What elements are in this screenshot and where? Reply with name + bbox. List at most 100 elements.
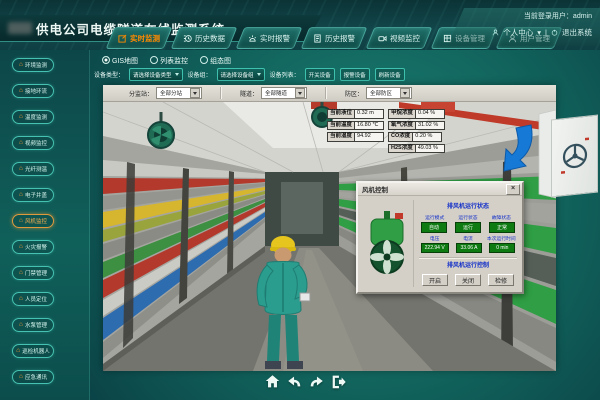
sidebar-item-label: 水泵管理 (25, 321, 47, 329)
button-label: 开关设备 (309, 71, 331, 79)
device-type-select[interactable]: 请选择设备类型 (129, 68, 183, 81)
sidebar-item-temperature[interactable]: ⌂温度监测 (12, 110, 54, 124)
sidebar-item-personnel-location[interactable]: ⌂人员定位 (12, 292, 54, 306)
alarm-devices-button[interactable]: 报警设备 (340, 68, 370, 81)
sidebar-item-label: 视频监控 (25, 139, 47, 147)
voltage-value: 222.94 V (421, 243, 449, 253)
tab-realtime-alarm[interactable]: 实时报警 (236, 27, 303, 49)
home-button[interactable] (264, 373, 281, 390)
dialog-titlebar[interactable]: 风机控制 × (358, 183, 522, 196)
sidebar-item-inspection-robot[interactable]: ⌂巡检机器人 (12, 344, 54, 358)
home-badge-icon: ⌂ (19, 296, 23, 303)
forward-arrow-icon (308, 373, 325, 390)
sensor-label: CO浓度 (388, 132, 413, 142)
history-alarm-icon (313, 34, 322, 43)
home-badge-icon: ⌂ (19, 114, 23, 121)
device-type-label: 设备类型： (94, 70, 124, 79)
sensor-row-co: CO浓度0.20 % (388, 132, 445, 142)
caret-down-icon (257, 73, 261, 76)
tab-realtime-monitor[interactable]: 实时监测 (106, 27, 173, 49)
sidebar-item-label: 光纤测温 (25, 165, 47, 173)
fan-metric-labels: 电压 电流 本次运行时间 (417, 235, 519, 242)
back-button[interactable] (286, 373, 303, 390)
logout-button[interactable]: 退出系统 (562, 27, 592, 38)
station-label: 分监站： (129, 89, 153, 98)
tab-label: 实时监测 (130, 33, 160, 44)
radio-list-monitor[interactable]: 列表监控 (150, 56, 188, 66)
sidebar-item-access-control[interactable]: ⌂门禁管理 (12, 266, 54, 280)
sensor-value: 94.92 (355, 132, 384, 142)
zone-value: 全部防区 (370, 89, 392, 97)
zone-select[interactable]: 全部防区 (366, 87, 412, 99)
tab-history-alarm[interactable]: 历史报警 (301, 27, 368, 49)
fan-start-button[interactable]: 开启 (422, 274, 448, 286)
fan-stop-button[interactable]: 关闭 (455, 274, 481, 286)
home-badge-icon: ⌂ (19, 244, 23, 251)
exit-button[interactable] (330, 373, 347, 390)
radio-label: GIS地图 (112, 58, 138, 65)
home-icon (264, 373, 281, 390)
radio-gis-map[interactable]: GIS地图 (102, 56, 138, 66)
sidebar-item-emergency-comms[interactable]: ⌂应急通讯 (12, 370, 54, 384)
sidebar-item-video[interactable]: ⌂视频监控 (12, 136, 54, 150)
refresh-devices-button[interactable]: 刷新设备 (375, 68, 405, 81)
tab-label: 历史数据 (195, 33, 225, 44)
sensor-value: 31.02 % (416, 121, 445, 131)
sensor-row-liquid-level: 当前液位0.32 m (327, 109, 384, 119)
device-type-value: 请选择设备类型 (133, 71, 172, 79)
power-icon (551, 29, 558, 36)
sidebar-item-fire-alarm[interactable]: ⌂火灾报警 (12, 240, 54, 254)
zone-filter: 防区： 全部防区 (345, 87, 412, 99)
sidebar-item-label: 应急通讯 (25, 373, 47, 381)
radio-scada-view[interactable]: 组态图 (200, 56, 231, 66)
sidebar-item-environment[interactable]: ⌂环境监测 (12, 58, 54, 72)
sidebar-item-label: 门禁管理 (25, 269, 47, 277)
home-badge-icon: ⌂ (19, 192, 23, 199)
switch-devices-button[interactable]: 开关设备 (305, 68, 335, 81)
user-area: 当前登录用户：admin 个人中心 ▾ | 退出系统 (448, 8, 600, 46)
sidebar-item-pump[interactable]: ⌂水泵管理 (12, 318, 54, 332)
home-badge-icon: ⌂ (19, 374, 23, 381)
user-center-menu[interactable]: 个人中心 (503, 27, 533, 38)
tab-video-monitor[interactable]: 视频监控 (366, 27, 433, 49)
current-user-status: 当前登录用户：admin (466, 11, 592, 21)
caret-down-icon (400, 88, 410, 98)
sidebar-item-ground-current[interactable]: ⌂接地环流 (12, 84, 54, 98)
voltage-label: 电压 (418, 235, 451, 242)
sidebar-item-label: 火灾报警 (25, 243, 47, 251)
dialog-title: 风机控制 (362, 184, 388, 194)
radio-icon (150, 56, 158, 64)
fault-state-label: 故障状态 (485, 214, 518, 221)
sidebar-item-fan-monitor[interactable]: ⌂风机监控 (12, 214, 54, 228)
exhaust-fan-graphic (365, 211, 409, 277)
sensor-readout-panel: 当前液位0.32 m 当前温度16.80 ℃ 当前湿度94.92 甲烷浓度0.0… (327, 109, 445, 153)
dialog-close-button[interactable]: × (506, 184, 520, 195)
home-badge-icon: ⌂ (19, 218, 23, 225)
run-mode-value: 自动 (421, 222, 447, 233)
sidebar-item-fiber-temp[interactable]: ⌂光纤测温 (12, 162, 54, 176)
fan-alarm-badge (395, 213, 403, 219)
device-group-select[interactable]: 请选择设备组 (217, 68, 265, 81)
station-value: 全部分站 (160, 89, 182, 97)
sensor-row-temperature: 当前温度16.80 ℃ (327, 121, 384, 131)
current-label: 电流 (451, 235, 484, 242)
home-badge-icon: ⌂ (19, 166, 23, 173)
sidebar-item-label: 巡检机器人 (22, 347, 50, 355)
toolbar-separator (220, 87, 222, 99)
tab-history-data[interactable]: 历史数据 (171, 27, 238, 49)
sensor-label: H2S浓度 (388, 144, 416, 154)
fan-maintenance-button[interactable]: 检修 (488, 274, 514, 286)
wall-vent-panel (551, 115, 598, 198)
tunnel-select[interactable]: 全部隧道 (261, 87, 307, 99)
runtime-label: 本次运行时间 (485, 235, 518, 242)
sidebar-item-manhole-cover[interactable]: ⌂电子井盖 (12, 188, 54, 202)
forward-button[interactable] (308, 373, 325, 390)
sensor-label: 当前湿度 (327, 132, 355, 142)
view-mode-radios: GIS地图 列表监控 组态图 (102, 56, 231, 66)
tab-label: 实时报警 (260, 33, 290, 44)
radio-label: 组态图 (210, 58, 231, 65)
app-header: 供电公司电缆隧道在线监测系统 实时监测 历史数据 实时报警 历史报警 视频监控 … (0, 0, 600, 50)
fault-state-value: 正常 (489, 222, 515, 233)
station-select[interactable]: 全部分站 (156, 87, 202, 99)
fan-metric-values: 222.94 V 33.06 A 0 min (417, 243, 519, 253)
